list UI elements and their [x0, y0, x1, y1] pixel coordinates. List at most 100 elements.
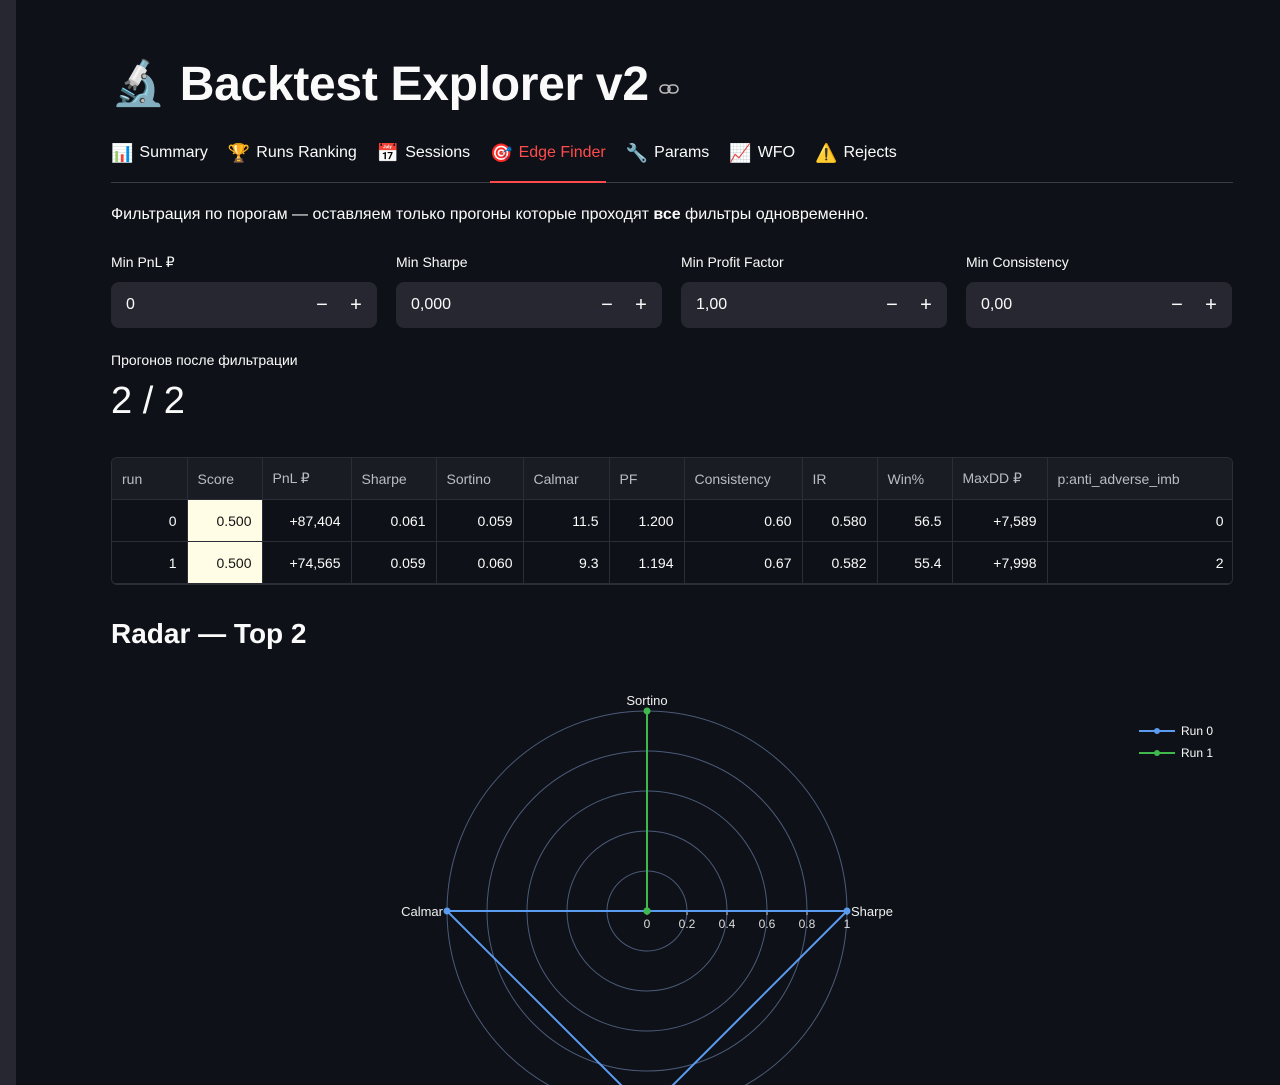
tab-icon: 🔧	[625, 143, 649, 163]
table-cell: 0	[1047, 499, 1232, 542]
increment-button[interactable]: +	[624, 282, 658, 328]
column-header[interactable]: PF	[609, 458, 685, 500]
filter-1: Min Sharpe 0,000− +	[396, 254, 662, 328]
increment-button[interactable]: +	[909, 282, 943, 328]
radial-tick-label: 0.4	[719, 917, 736, 931]
tab-icon: 🏆	[227, 143, 251, 163]
column-header[interactable]: IR	[802, 458, 878, 500]
table-cell: 0.061	[351, 499, 437, 542]
number-input-value[interactable]: 0,000	[411, 296, 590, 314]
page-title: Backtest Explorer v2	[179, 57, 649, 111]
radial-tick-label: 0.6	[759, 917, 776, 931]
column-header[interactable]: run	[112, 458, 188, 500]
number-input-value[interactable]: 1,00	[696, 296, 875, 314]
tab-icon: 🎯	[490, 143, 513, 163]
filter-description: Фильтрация по порогам — оставляем только…	[111, 206, 869, 224]
column-header[interactable]: MaxDD ₽	[952, 458, 1048, 500]
increment-button[interactable]: +	[339, 282, 373, 328]
number-input[interactable]: 0,000− +	[396, 282, 662, 328]
number-input[interactable]: 0,00− +	[966, 282, 1232, 328]
column-header[interactable]: Sortino	[436, 458, 524, 500]
page-title-row: 🔬 Backtest Explorer v2	[111, 52, 679, 116]
tab-runs-ranking[interactable]: 🏆 Runs Ranking	[228, 140, 357, 182]
legend-label: Run 1	[1181, 746, 1214, 760]
tab-summary[interactable]: 📊 Summary	[111, 140, 208, 182]
table-cell: 0.580	[802, 499, 878, 542]
table-cell: 0	[112, 499, 188, 542]
tab-edge-finder[interactable]: 🎯 Edge Finder	[490, 140, 606, 183]
column-header[interactable]: Win%	[877, 458, 953, 500]
number-input[interactable]: 1,00− +	[681, 282, 947, 328]
tab-wfo[interactable]: 📈 WFO	[729, 140, 795, 182]
decrement-button[interactable]: −	[875, 282, 909, 328]
decrement-button[interactable]: −	[1160, 282, 1194, 328]
tab-icon: ⚠️	[815, 143, 838, 163]
table-cell: 0.60	[684, 499, 803, 542]
series-point	[643, 707, 651, 715]
column-header[interactable]: Score	[187, 458, 263, 500]
filter-0: Min PnL ₽ 0− +	[111, 254, 377, 328]
column-header[interactable]: Consistency	[684, 458, 803, 500]
radial-tick-label: 0	[644, 917, 651, 931]
tab-sessions[interactable]: 📅 Sessions	[377, 140, 470, 182]
description-bold: все	[653, 206, 681, 223]
legend-item[interactable]: Run 0	[1139, 720, 1213, 742]
column-header[interactable]: Sharpe	[351, 458, 437, 500]
table-cell: 0.059	[351, 541, 437, 584]
decrement-button[interactable]: −	[305, 282, 339, 328]
table-cell: +7,998	[952, 541, 1048, 584]
tab-label: Edge Finder	[518, 144, 606, 161]
tab-icon: 📈	[729, 143, 752, 163]
table-cell: 0.582	[802, 541, 878, 584]
filter-2: Min Profit Factor 1,00− +	[681, 254, 947, 328]
series-point	[843, 907, 851, 915]
tab-label: Params	[654, 144, 710, 161]
chart-legend[interactable]: Run 0 Run 1	[1139, 720, 1213, 764]
table-row[interactable]: 1 0.500 +74,565 0.059 0.060 9.3 1.194 0.67 0.582…	[112, 541, 1232, 584]
table-cell: 0.500	[187, 541, 263, 584]
column-header[interactable]: Calmar	[523, 458, 610, 500]
decrement-button[interactable]: −	[590, 282, 624, 328]
column-header[interactable]: PnL ₽	[262, 458, 352, 500]
tab-bar: 📊 Summary 🏆 Runs Ranking 📅 Sessions 🎯 Edge Find…	[111, 140, 1233, 183]
description-text-end: фильтры одновременно.	[680, 206, 869, 223]
number-input[interactable]: 0− +	[111, 282, 377, 328]
increment-button[interactable]: +	[1194, 282, 1228, 328]
metric-label: Прогонов после фильтрации	[111, 352, 298, 368]
radial-tick-label: 1	[844, 917, 851, 931]
filter-label: Min Sharpe	[396, 254, 468, 270]
table-cell: 1.200	[609, 499, 685, 542]
anchor-link-icon[interactable]	[658, 83, 679, 95]
filter-3: Min Consistency 0,00− +	[966, 254, 1232, 328]
filter-label: Min PnL ₽	[111, 254, 175, 270]
tab-params[interactable]: 🔧 Params	[626, 140, 710, 182]
main-content: 🔬 Backtest Explorer v2 📊 Summary 🏆 Runs Ran…	[111, 0, 1233, 1085]
tab-icon: 📊	[111, 143, 134, 163]
filter-label: Min Consistency	[966, 254, 1069, 270]
table-header-row: run Score PnL ₽ Sharpe Sortino Calmar PF Consis…	[112, 458, 1232, 500]
table-cell: 0.500	[187, 499, 263, 542]
metric-value: 2 / 2	[111, 380, 185, 422]
table-cell: 0.67	[684, 541, 803, 584]
table-cell: 1.194	[609, 541, 685, 584]
legend-item[interactable]: Run 1	[1139, 742, 1213, 764]
column-header[interactable]: p:anti_adverse_imb	[1047, 458, 1232, 500]
number-input-value[interactable]: 0	[126, 296, 305, 314]
table-cell: 2	[1047, 541, 1232, 584]
axis-label-calmar: Calmar	[401, 904, 444, 919]
table-row[interactable]: 0 0.500 +87,404 0.061 0.059 11.5 1.200 0.60 0.58…	[112, 499, 1232, 542]
number-input-value[interactable]: 0,00	[981, 296, 1160, 314]
table-cell: +87,404	[262, 499, 352, 542]
tab-rejects[interactable]: ⚠️ Rejects	[815, 140, 897, 182]
series-point	[643, 907, 651, 915]
table-cell: 9.3	[523, 541, 610, 584]
tab-label: Summary	[139, 144, 208, 161]
table-cell: 0.059	[436, 499, 524, 542]
radar-chart: 00.20.40.60.81SharpeSortinoCalmarPF	[401, 693, 893, 1085]
table-cell: +7,589	[952, 499, 1048, 542]
axis-label-sharpe: Sharpe	[851, 904, 893, 919]
results-table[interactable]: run Score PnL ₽ Sharpe Sortino Calmar PF Consis…	[111, 457, 1233, 585]
tab-label: Runs Ranking	[256, 144, 357, 161]
series-point	[443, 907, 451, 915]
radial-tick-label: 0.8	[799, 917, 816, 931]
